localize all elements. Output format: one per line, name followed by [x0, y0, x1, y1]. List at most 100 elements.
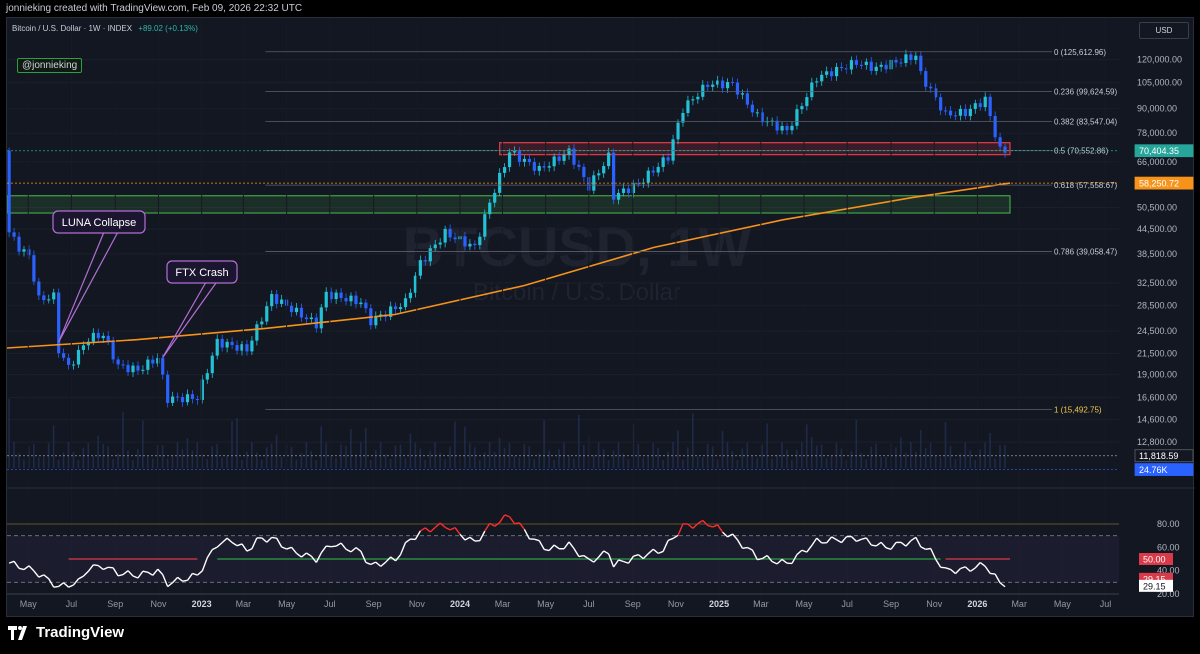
- volume-bar: [602, 449, 605, 468]
- volume-bar: [558, 449, 560, 468]
- candle-body: [220, 338, 224, 348]
- volume-bar: [855, 420, 858, 468]
- time-tick-label: May: [278, 599, 296, 609]
- candle-body: [428, 248, 432, 262]
- candle-body: [646, 170, 650, 183]
- candle-body: [210, 355, 214, 374]
- candle-body: [909, 54, 913, 60]
- candle-body: [676, 122, 680, 140]
- price-badge-label: 24.76K: [1139, 465, 1168, 475]
- chart-panel[interactable]: BTCUSD, 1W Bitcoin / U.S. Dollar 120,000.0…: [6, 17, 1195, 618]
- candle-body: [47, 299, 51, 301]
- candle-body: [607, 152, 611, 167]
- volume-bar: [924, 447, 927, 468]
- rsi-line-segment: [53, 585, 59, 588]
- volume-bar: [563, 442, 565, 468]
- candle-body: [904, 54, 908, 63]
- volume-bar: [246, 451, 248, 468]
- candle-body: [42, 295, 46, 301]
- volume-bar: [389, 458, 392, 468]
- volume-bar: [320, 426, 322, 468]
- candle-body: [691, 99, 695, 101]
- volume-bar: [746, 442, 749, 468]
- candle-body: [621, 188, 626, 193]
- candle-body: [364, 302, 368, 309]
- volume-bar: [989, 432, 991, 468]
- time-tick-label: May: [1054, 599, 1072, 609]
- volume-bar: [469, 443, 471, 468]
- price-plot: BTCUSD, 1WBitcoin / U.S. Dollar: [7, 49, 1119, 468]
- volume-bar: [919, 429, 922, 468]
- candle-body: [864, 61, 868, 65]
- candle-body: [943, 110, 948, 112]
- volume-bar: [251, 442, 253, 468]
- candle-body: [612, 152, 616, 200]
- volume-bar: [176, 442, 179, 468]
- volume-bar: [840, 448, 843, 468]
- candle-body: [656, 166, 660, 173]
- candle-body: [483, 214, 487, 237]
- volume-bar: [860, 453, 863, 468]
- volume-bar: [429, 451, 431, 468]
- candle-body: [958, 108, 963, 116]
- volume-bar: [171, 454, 174, 468]
- time-tick-label: Sep: [625, 599, 641, 609]
- rsi-line-segment: [871, 544, 877, 547]
- volume-bar: [954, 459, 957, 468]
- price-tick-label: 50,500.00: [1137, 203, 1177, 213]
- volume-bar: [493, 451, 496, 468]
- rsi-line-segment: [167, 582, 174, 588]
- candle-body: [780, 126, 784, 131]
- currency-button[interactable]: USD: [1139, 22, 1189, 39]
- tradingview-brand[interactable]: TradingView: [8, 624, 124, 641]
- volume-bar: [132, 459, 134, 468]
- candle-body: [393, 306, 398, 310]
- price-badge-label: 11,818.59: [1139, 451, 1178, 461]
- price-chart[interactable]: BTCUSD, 1WBitcoin / U.S. Dollar 120,000.0…: [7, 18, 1195, 618]
- volume-bar: [642, 457, 645, 468]
- rsi-line-segment: [182, 579, 188, 582]
- candle-body: [567, 148, 571, 155]
- candle-body: [701, 84, 705, 97]
- volume-bar: [776, 454, 778, 468]
- volume-bar: [32, 443, 35, 468]
- annotation-label: FTX Crash: [175, 267, 228, 279]
- rsi-line-segment: [990, 572, 996, 575]
- candle-body: [968, 108, 972, 117]
- rsi-line-segment: [925, 547, 931, 551]
- candle-body: [785, 126, 789, 131]
- volume-bar: [974, 459, 977, 468]
- support-zone: [7, 195, 1011, 214]
- candle-body: [205, 373, 209, 380]
- volume-bar: [895, 447, 897, 468]
- volume-bar: [360, 442, 362, 468]
- volume-bar: [617, 442, 620, 468]
- candle-body: [488, 202, 492, 215]
- candle-body: [359, 302, 363, 305]
- volume-bar: [454, 421, 456, 468]
- candle-body: [924, 71, 928, 87]
- volume-bar: [548, 450, 550, 468]
- volume-bar: [315, 459, 318, 468]
- time-tick-label: Jul: [324, 599, 336, 609]
- candle-body: [270, 294, 274, 307]
- candle-body: [537, 166, 541, 171]
- tradingview-logo-icon: [8, 625, 27, 640]
- price-tick-label: 66,000.00: [1137, 157, 1177, 167]
- symbol-legend[interactable]: Bitcoin / U.S. Dollar · 1W · INDEX +89.0…: [12, 24, 198, 33]
- rsi-line-segment: [331, 545, 337, 548]
- price-tick-label: 105,000.00: [1137, 77, 1182, 87]
- candle-body: [438, 242, 442, 245]
- candle-body: [344, 298, 348, 302]
- volume-bar: [166, 458, 169, 468]
- candle-body: [96, 332, 100, 339]
- volume-bar: [736, 459, 739, 468]
- price-tick-label: 12,800.00: [1137, 437, 1177, 447]
- candle-body: [998, 137, 1002, 147]
- candle-body: [820, 74, 824, 82]
- candle-body: [721, 80, 725, 89]
- volume-bar: [662, 459, 664, 468]
- volume-bar: [865, 459, 868, 468]
- volume-bar: [57, 459, 60, 468]
- volume-bar: [726, 442, 729, 468]
